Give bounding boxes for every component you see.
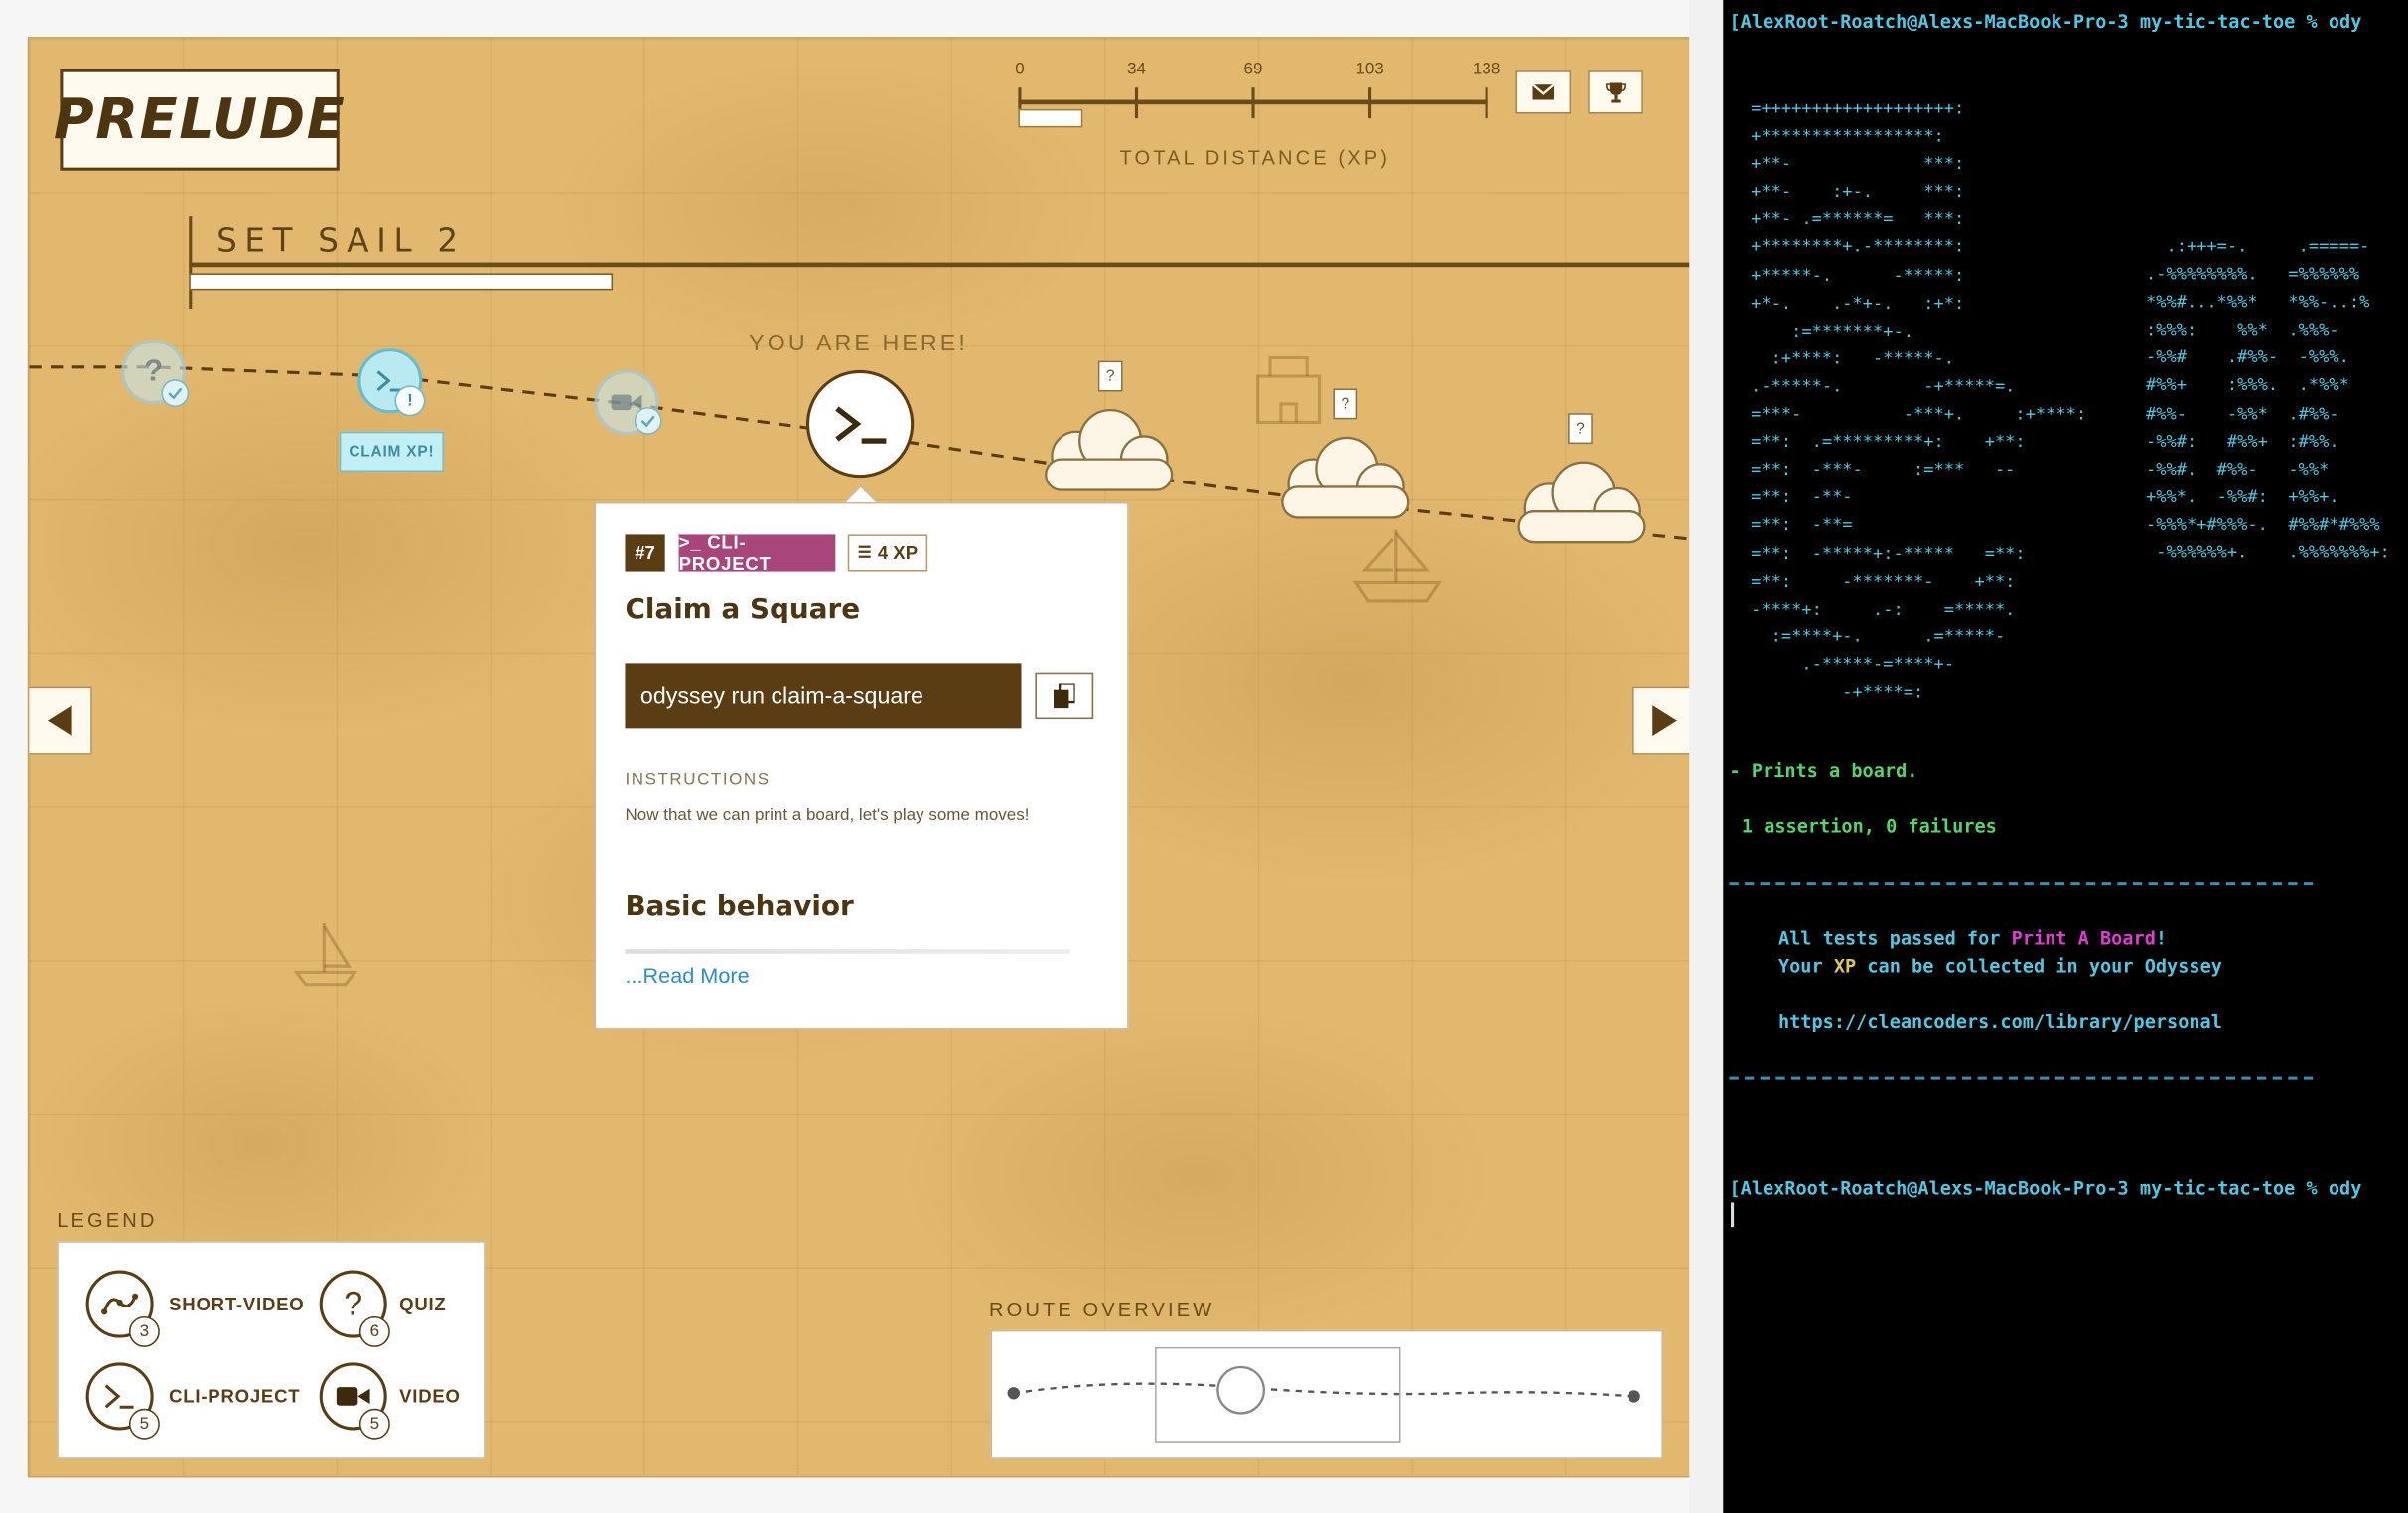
legend-count: 3 bbox=[128, 1315, 160, 1347]
check-icon bbox=[634, 407, 662, 435]
previous-arrow-button[interactable] bbox=[29, 686, 92, 755]
quest-card: #7 >_ CLI-PROJECT ☰ 4 XP Claim a Square … bbox=[594, 501, 1129, 1030]
logo[interactable]: PRELUDE bbox=[53, 69, 347, 171]
basic-behavior-heading: Basic behavior bbox=[625, 891, 854, 923]
legend-count: 5 bbox=[128, 1408, 160, 1440]
legend-label: VIDEO bbox=[399, 1385, 461, 1408]
terminal-rule bbox=[1729, 882, 2314, 886]
xp-tick-label: 138 bbox=[1472, 60, 1501, 78]
instructions-heading: INSTRUCTIONS bbox=[625, 770, 771, 790]
cloud-icon[interactable] bbox=[1503, 447, 1657, 554]
section-progress-bar bbox=[189, 273, 614, 291]
assertion-summary: 1 assertion, 0 failures bbox=[1741, 815, 1997, 838]
route-overview bbox=[990, 1329, 1663, 1459]
next-arrow-button[interactable] bbox=[1632, 686, 1691, 755]
legend-label: SHORT-VIDEO bbox=[169, 1293, 305, 1315]
legend-heading: LEGEND bbox=[57, 1208, 158, 1232]
logo-text: PRELUDE bbox=[53, 87, 347, 152]
trophy-button[interactable] bbox=[1588, 70, 1643, 114]
xp-progress-bar bbox=[1018, 108, 1083, 128]
legend-label: CLI-PROJECT bbox=[169, 1385, 301, 1408]
terminal-icon bbox=[835, 406, 887, 444]
terminal-cursor bbox=[1731, 1202, 1735, 1228]
envelope-icon bbox=[1532, 84, 1555, 100]
legend-count: 5 bbox=[358, 1408, 390, 1440]
terminal-window[interactable]: [AlexRoot-Roatch@Alexs-MacBook-Pro-3 my-… bbox=[1723, 0, 2408, 1513]
xp-line-prefix: Your bbox=[1777, 955, 1834, 978]
route-overview-heading: ROUTE OVERVIEW bbox=[989, 1298, 1215, 1321]
library-url-link[interactable]: https://cleancoders.com/library/personal bbox=[1778, 1011, 2222, 1032]
xp-line-suffix: can be collected in your Odyssey bbox=[1856, 955, 2222, 978]
terminal-prompt: [AlexRoot-Roatch@Alexs-MacBook-Pro-3 my-… bbox=[1729, 10, 2362, 33]
window-divider bbox=[1689, 0, 1724, 1513]
locked-marker: ? bbox=[1333, 388, 1358, 420]
arrow-right-icon bbox=[1652, 705, 1677, 737]
quest-type-badge: >_ CLI-PROJECT bbox=[678, 531, 836, 575]
video-camera-icon bbox=[611, 394, 642, 411]
read-more-link[interactable]: ...Read More bbox=[625, 963, 749, 988]
all-tests-prefix: All tests passed for bbox=[1777, 927, 2012, 950]
test-result-line: - Prints a board. bbox=[1729, 759, 1918, 782]
xp-tick-label: 69 bbox=[1243, 60, 1263, 78]
cloud-icon[interactable] bbox=[1267, 422, 1421, 529]
faded-text bbox=[625, 949, 1070, 954]
locked-marker: ? bbox=[1568, 413, 1593, 445]
legend-label: QUIZ bbox=[399, 1293, 447, 1315]
arrow-left-icon bbox=[47, 705, 72, 737]
xp-collect-line: Your XP can be collected in your Odyssey bbox=[1778, 955, 2222, 977]
route-viewport-handle[interactable] bbox=[1155, 1346, 1401, 1443]
test-suite-name: Print A Board bbox=[2011, 927, 2156, 950]
xp-tick-label: 34 bbox=[1127, 60, 1146, 78]
current-cli-node[interactable] bbox=[805, 369, 915, 479]
instructions-text: Now that we can print a board, let's pla… bbox=[625, 806, 1030, 825]
all-tests-suffix: ! bbox=[2155, 927, 2168, 950]
xp-tick bbox=[1134, 87, 1139, 119]
locked-marker: ? bbox=[1097, 360, 1123, 392]
xp-tick-label: 103 bbox=[1355, 60, 1384, 78]
claim-xp-button[interactable]: CLAIM XP! bbox=[339, 431, 444, 472]
quiz-icon: ? bbox=[144, 353, 164, 388]
terminal-rule bbox=[1729, 1076, 2314, 1080]
sailboat-icon bbox=[293, 922, 358, 987]
legend: 3 SHORT-VIDEO ? 6 QUIZ 5 CLI-PROJECT 5 V… bbox=[57, 1241, 486, 1459]
adventure-map: PRELUDE SET SAIL 2 0 34 69 103 138 TOTAL… bbox=[27, 37, 1693, 1478]
ship-icon bbox=[1352, 529, 1443, 603]
xp-tick bbox=[1368, 87, 1372, 119]
ascii-art-left: =+++++++++++++++++++: +*****************… bbox=[1751, 98, 2087, 703]
xp-word: XP bbox=[1833, 955, 1857, 978]
copy-icon bbox=[1053, 683, 1075, 709]
quest-xp-value: 4 XP bbox=[877, 542, 919, 564]
quest-number-badge: #7 bbox=[625, 534, 665, 572]
ascii-art-right: .:+++=-. .=====- .-%%%%%%%%. =%%%%%% *%%… bbox=[2145, 236, 2390, 563]
trophy-icon bbox=[1605, 82, 1627, 103]
cloud-icon[interactable] bbox=[1031, 395, 1185, 502]
quest-xp-badge: ☰ 4 XP bbox=[847, 534, 928, 572]
terminal-prompt: [AlexRoot-Roatch@Alexs-MacBook-Pro-3 my-… bbox=[1729, 1177, 2362, 1200]
xp-stack-icon: ☰ bbox=[857, 544, 872, 562]
legend-count: 6 bbox=[358, 1315, 390, 1347]
you-are-here-label: YOU ARE HERE! bbox=[749, 330, 968, 356]
xp-tick bbox=[1251, 87, 1255, 119]
quest-title: Claim a Square bbox=[625, 593, 861, 625]
command-box[interactable]: odyssey run claim-a-square bbox=[625, 663, 1022, 729]
xp-caption: TOTAL DISTANCE (XP) bbox=[1119, 145, 1390, 170]
mail-button[interactable] bbox=[1515, 70, 1572, 114]
section-title: SET SAIL 2 bbox=[216, 222, 466, 260]
alert-icon: ! bbox=[394, 385, 426, 417]
section-divider bbox=[189, 262, 1691, 268]
xp-tick-label: 0 bbox=[1015, 60, 1025, 78]
check-icon bbox=[161, 379, 190, 408]
copy-command-button[interactable] bbox=[1035, 672, 1094, 720]
all-tests-line: All tests passed for Print A Board! bbox=[1778, 928, 2167, 950]
xp-tick bbox=[1485, 87, 1488, 119]
